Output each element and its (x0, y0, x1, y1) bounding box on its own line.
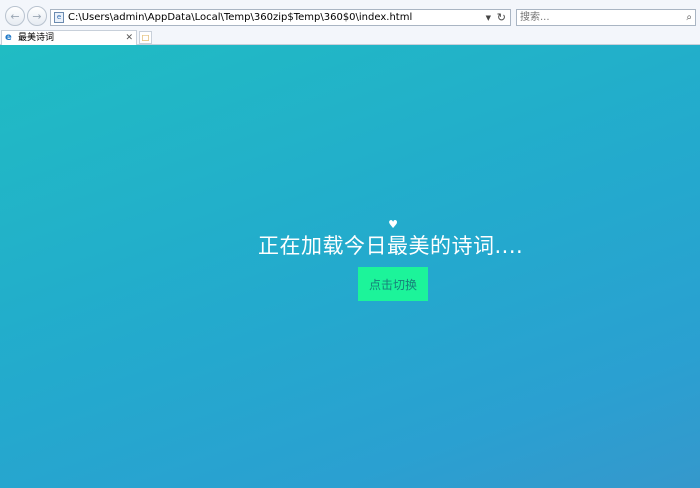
tab-active[interactable]: e 最美诗词 ✕ (1, 30, 137, 45)
tab-bar: e 最美诗词 ✕ □ (0, 30, 700, 45)
new-tab-button[interactable]: □ (139, 31, 152, 44)
address-text[interactable]: C:\Users\admin\AppData\Local\Temp\360zip… (68, 11, 412, 25)
search-box[interactable]: ⌕ (516, 9, 696, 26)
forward-button[interactable]: → (27, 6, 47, 26)
new-tab-icon: □ (141, 33, 150, 42)
heart-icon: ♥ (388, 218, 398, 231)
back-button[interactable]: ← (5, 6, 25, 26)
refresh-icon[interactable]: ↻ (497, 10, 506, 25)
address-toolbar: ← → e C:\Users\admin\AppData\Local\Temp\… (0, 0, 700, 30)
tab-title: 最美诗词 (18, 33, 55, 43)
switch-button[interactable]: 点击切换 (358, 267, 428, 301)
loading-text: 正在加载今日最美的诗词.... (258, 234, 524, 258)
ie-icon: e (5, 32, 12, 43)
search-icon[interactable]: ⌕ (686, 11, 692, 24)
chevron-down-icon[interactable]: ▼ (486, 12, 491, 24)
forward-arrow-icon: → (32, 9, 42, 23)
search-input[interactable] (520, 10, 670, 25)
page-content: ♥ 正在加载今日最美的诗词.... 点击切换 (0, 45, 700, 488)
address-bar[interactable]: e C:\Users\admin\AppData\Local\Temp\360z… (50, 9, 511, 26)
page-file-icon: e (54, 12, 64, 23)
close-icon[interactable]: ✕ (125, 31, 133, 45)
back-arrow-icon: ← (10, 9, 20, 23)
browser-window: ← → e C:\Users\admin\AppData\Local\Temp\… (0, 0, 700, 488)
